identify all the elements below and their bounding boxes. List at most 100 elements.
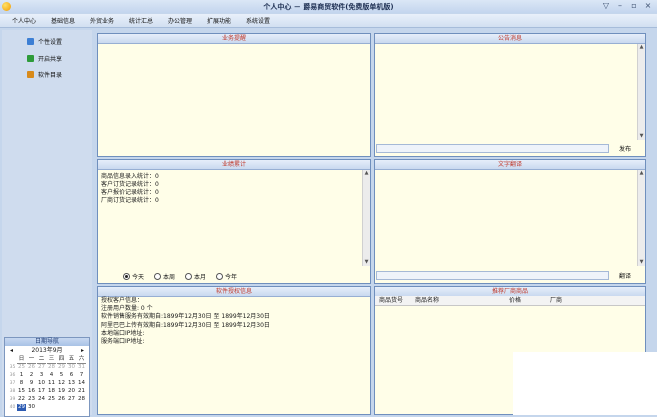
- scroll-up-icon[interactable]: ▲: [638, 170, 645, 177]
- panel-title: 文字翻译: [375, 160, 645, 170]
- scroll-up-icon[interactable]: ▲: [638, 44, 645, 51]
- stat-line: 客户订货记录统计：0: [101, 181, 159, 188]
- menu-office[interactable]: 办公管理: [168, 16, 192, 25]
- calendar-day[interactable]: 18: [47, 388, 56, 395]
- translate-button[interactable]: 翻译: [619, 271, 631, 280]
- menu-personal-center[interactable]: 个人中心: [12, 16, 36, 25]
- prev-month-button[interactable]: ◂: [10, 346, 13, 355]
- radio-label: 本周: [163, 274, 176, 281]
- calendar-day[interactable]: 10: [37, 380, 46, 387]
- calendar-day[interactable]: 3: [37, 372, 46, 379]
- calendar-day[interactable]: 16: [27, 388, 36, 395]
- weekday-header: 一: [27, 356, 36, 364]
- table-header: 商品货号 商品名称 价格 厂商: [375, 296, 645, 306]
- menu-statistics[interactable]: 统计汇总: [129, 16, 153, 25]
- calendar-day[interactable]: 30: [67, 364, 76, 371]
- calendar-day[interactable]: 28: [47, 364, 56, 371]
- week-number: 39: [9, 397, 16, 402]
- calendar-day[interactable]: 29: [57, 364, 66, 371]
- radio-this-year[interactable]: 今年: [216, 272, 237, 281]
- calendar-day[interactable]: 12: [57, 380, 66, 387]
- calendar-day[interactable]: 20: [67, 388, 76, 395]
- panel-title: 公告消息: [375, 34, 645, 44]
- weekday-header: 日: [17, 356, 26, 364]
- minimize-icon[interactable]: –: [615, 1, 625, 11]
- calendar-day[interactable]: 8: [17, 380, 26, 387]
- scroll-up-icon[interactable]: ▲: [363, 170, 370, 177]
- calendar-month-label: 2013年9月: [31, 347, 63, 354]
- stat-line: 商品信息录入统计：0: [101, 173, 159, 180]
- weekday-header: 三: [47, 356, 56, 364]
- calendar-day[interactable]: 6: [67, 372, 76, 379]
- sidebar-item-enable-share[interactable]: 开启共享: [27, 53, 62, 63]
- license-info-list: 授权客户信息： 注册用户数量: 0 个 软件销售服务有效期自:1899年12月3…: [101, 297, 270, 346]
- calendar-day[interactable]: 4: [47, 372, 56, 379]
- sidebar-item-software-directory[interactable]: 软件目录: [27, 69, 62, 79]
- week-number: 35: [9, 365, 16, 370]
- folder-icon: [27, 70, 34, 78]
- calendar-day[interactable]: 26: [27, 364, 36, 371]
- calendar-day[interactable]: 2: [27, 372, 36, 379]
- sidebar-item-personal-settings[interactable]: 个性设置: [27, 36, 62, 46]
- calendar-day[interactable]: 21: [77, 388, 86, 395]
- radio-today[interactable]: 今天: [123, 272, 144, 281]
- business-reminder-panel: 业务提醒: [97, 33, 371, 157]
- calendar-day[interactable]: 24: [37, 396, 46, 403]
- close-icon[interactable]: ×: [643, 1, 653, 11]
- calendar-day[interactable]: 9: [27, 380, 36, 387]
- next-month-button[interactable]: ▸: [81, 346, 84, 355]
- scroll-down-icon[interactable]: ▼: [638, 133, 645, 140]
- scroll-down-icon[interactable]: ▼: [638, 259, 645, 266]
- calendar-month-nav: ◂ 2013年9月 ▸: [5, 346, 89, 355]
- calendar-day[interactable]: 1: [17, 372, 26, 379]
- calendar-day[interactable]: 25: [47, 396, 56, 403]
- stats-scrollbar[interactable]: ▲ ▼: [362, 170, 370, 266]
- calendar-day[interactable]: 25: [17, 364, 26, 371]
- share-icon: [27, 54, 34, 62]
- calendar-day[interactable]: 27: [37, 364, 46, 371]
- calendar-day[interactable]: 28: [77, 396, 86, 403]
- radio-this-week[interactable]: 本周: [154, 272, 175, 281]
- column-header[interactable]: 厂商: [550, 296, 562, 305]
- stat-line: 客户报价记录统计：0: [101, 189, 159, 196]
- menu-basic-info[interactable]: 基础信息: [51, 16, 75, 25]
- maximize-icon[interactable]: ▫: [629, 1, 639, 11]
- menu-extensions[interactable]: 扩展功能: [207, 16, 231, 25]
- menu-trade-business[interactable]: 外贸业务: [90, 16, 114, 25]
- calendar-day[interactable]: 11: [47, 380, 56, 387]
- calendar-day[interactable]: 17: [37, 388, 46, 395]
- calendar-day[interactable]: 7: [77, 372, 86, 379]
- weekday-header: 四: [57, 356, 66, 364]
- calendar-day[interactable]: 15: [17, 388, 26, 395]
- calendar-day[interactable]: 13: [67, 380, 76, 387]
- notice-input[interactable]: [376, 144, 609, 153]
- calendar-day[interactable]: 30: [27, 404, 36, 411]
- calendar-day[interactable]: 5: [57, 372, 66, 379]
- license-line: 服务端口IP地址:: [101, 338, 145, 346]
- scroll-down-icon[interactable]: ▼: [363, 259, 370, 266]
- radio-this-month[interactable]: 本月: [185, 272, 206, 281]
- publish-button[interactable]: 发布: [619, 144, 631, 153]
- column-header[interactable]: 价格: [509, 296, 521, 305]
- dropdown-icon[interactable]: ▽: [601, 1, 611, 11]
- column-header[interactable]: 商品货号: [379, 296, 403, 305]
- calendar-day[interactable]: 22: [17, 396, 26, 403]
- calendar-day[interactable]: 27: [67, 396, 76, 403]
- period-radio-group: 今天 本周 本月 今年: [123, 272, 237, 281]
- calendar-day[interactable]: 14: [77, 380, 86, 387]
- performance-panel: 业绩累计 商品信息录入统计：0 客户订货记录统计：0 客户报价记录统计：0 厂商…: [97, 159, 371, 284]
- notice-scrollbar[interactable]: ▲ ▼: [637, 44, 645, 140]
- blank-area: [513, 352, 657, 415]
- column-header[interactable]: 商品名称: [415, 296, 439, 305]
- license-line: 软件销售服务有效期自:1899年12月30日 至 1899年12月30日: [101, 313, 270, 321]
- week-number: 37: [9, 381, 16, 386]
- calendar-day[interactable]: 23: [27, 396, 36, 403]
- calendar-day[interactable]: 26: [57, 396, 66, 403]
- translate-input[interactable]: [376, 271, 609, 280]
- calendar-day[interactable]: 31: [77, 364, 86, 371]
- calendar-day[interactable]: 19: [57, 388, 66, 395]
- settings-icon: [27, 37, 34, 45]
- calendar-day[interactable]: 29: [17, 404, 26, 411]
- menu-system-settings[interactable]: 系统设置: [246, 16, 270, 25]
- translate-scrollbar[interactable]: ▲ ▼: [637, 170, 645, 266]
